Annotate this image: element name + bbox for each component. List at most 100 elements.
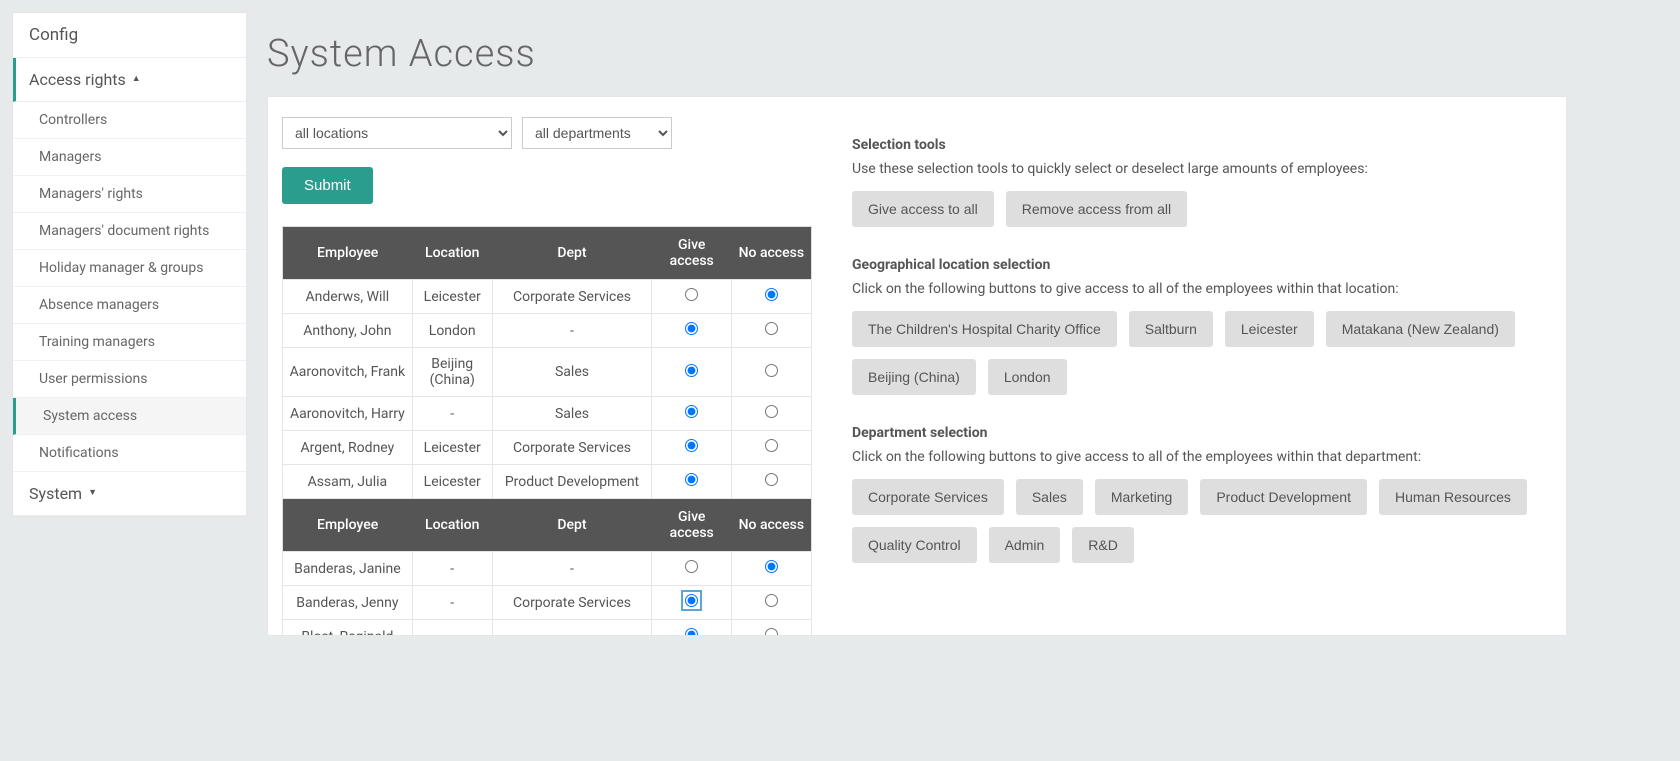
geo-location-button[interactable]: The Children's Hospital Charity Office [852, 311, 1117, 347]
table-row: Aaronovitch, FrankBeijing (China)Sales [283, 348, 812, 397]
geo-location-button[interactable]: London [988, 359, 1067, 395]
table-row: Banderas, Janine-- [283, 552, 812, 586]
sidebar-section-system[interactable]: System ▼ [13, 472, 246, 516]
department-button[interactable]: Admin [989, 527, 1061, 563]
cell-location: Leicester [412, 431, 492, 465]
cell-no-access [732, 397, 812, 431]
th-dept: Dept [492, 227, 652, 280]
no-access-radio[interactable] [765, 405, 778, 418]
no-access-radio[interactable] [765, 364, 778, 377]
cell-give-access [652, 280, 732, 314]
sidebar-section-label: System [29, 484, 82, 503]
no-access-radio[interactable] [765, 288, 778, 301]
cell-dept: Corporate Services [492, 586, 652, 620]
cell-employee: Anthony, John [283, 314, 413, 348]
table-row: Blost, Reginald-- [283, 620, 812, 637]
page-title: System Access [267, 32, 1567, 76]
no-access-radio[interactable] [765, 473, 778, 486]
cell-location: - [412, 586, 492, 620]
give-access-radio[interactable] [685, 322, 698, 335]
cell-no-access [732, 431, 812, 465]
sidebar-item-system-access[interactable]: System access [13, 398, 246, 435]
submit-button[interactable]: Submit [282, 167, 373, 204]
table-row: Assam, JuliaLeicesterProduct Development [283, 465, 812, 499]
location-filter-select[interactable]: all locations [282, 117, 512, 149]
th-employee: Employee [283, 227, 413, 280]
department-button[interactable]: Marketing [1095, 479, 1188, 515]
table-row: Anderws, WillLeicesterCorporate Services [283, 280, 812, 314]
no-access-radio[interactable] [765, 322, 778, 335]
give-access-radio[interactable] [685, 405, 698, 418]
remove-access-all-button[interactable]: Remove access from all [1006, 191, 1187, 227]
geo-location-button[interactable]: Matakana (New Zealand) [1326, 311, 1515, 347]
give-access-radio[interactable] [685, 628, 698, 636]
geo-selection-heading: Geographical location selection [852, 257, 1552, 273]
cell-dept: Sales [492, 397, 652, 431]
th-give-access: Give access [652, 227, 732, 280]
no-access-radio[interactable] [765, 439, 778, 452]
cell-employee: Aaronovitch, Frank [283, 348, 413, 397]
table-row: Anthony, JohnLondon- [283, 314, 812, 348]
selection-tools-desc: Use these selection tools to quickly sel… [852, 161, 1552, 177]
department-button[interactable]: Human Resources [1379, 479, 1527, 515]
cell-give-access [652, 465, 732, 499]
department-button[interactable]: Corporate Services [852, 479, 1004, 515]
no-access-radio[interactable] [765, 628, 778, 636]
cell-no-access [732, 620, 812, 637]
geo-location-button[interactable]: Beijing (China) [852, 359, 976, 395]
give-access-radio[interactable] [685, 560, 698, 573]
th-employee: Employee [283, 499, 413, 552]
give-access-all-button[interactable]: Give access to all [852, 191, 994, 227]
give-access-radio[interactable] [685, 439, 698, 452]
give-access-radio[interactable] [685, 364, 698, 377]
give-access-radio[interactable] [685, 473, 698, 486]
cell-give-access [652, 431, 732, 465]
department-button[interactable]: Product Development [1200, 479, 1367, 515]
sidebar: Config Access rights ▲ Controllers Manag… [12, 12, 247, 517]
cell-location: London [412, 314, 492, 348]
cell-give-access [652, 552, 732, 586]
no-access-radio[interactable] [765, 594, 778, 607]
geo-location-button[interactable]: Leicester [1225, 311, 1314, 347]
system-access-panel: all locations all departments Submit Emp… [267, 96, 1567, 636]
sidebar-item-managers-rights[interactable]: Managers' rights [13, 176, 246, 213]
cell-employee: Blost, Reginald [283, 620, 413, 637]
cell-employee: Banderas, Jenny [283, 586, 413, 620]
caret-down-icon: ▼ [88, 487, 97, 498]
give-access-radio[interactable] [685, 594, 698, 607]
sidebar-item-notifications[interactable]: Notifications [13, 435, 246, 472]
cell-employee: Anderws, Will [283, 280, 413, 314]
cell-no-access [732, 348, 812, 397]
sidebar-item-managers[interactable]: Managers [13, 139, 246, 176]
geo-location-button[interactable]: Saltburn [1129, 311, 1213, 347]
department-button[interactable]: Quality Control [852, 527, 977, 563]
sidebar-item-training-managers[interactable]: Training managers [13, 324, 246, 361]
th-location: Location [412, 499, 492, 552]
give-access-radio[interactable] [685, 288, 698, 301]
sidebar-item-managers-document-rights[interactable]: Managers' document rights [13, 213, 246, 250]
cell-location: Beijing (China) [412, 348, 492, 397]
cell-no-access [732, 280, 812, 314]
dept-selection-heading: Department selection [852, 425, 1552, 441]
department-filter-select[interactable]: all departments [522, 117, 672, 149]
sidebar-item-controllers[interactable]: Controllers [13, 102, 246, 139]
cell-dept: - [492, 552, 652, 586]
th-give-access: Give access [652, 499, 732, 552]
cell-give-access [652, 314, 732, 348]
cell-employee: Argent, Rodney [283, 431, 413, 465]
department-button[interactable]: Sales [1016, 479, 1083, 515]
no-access-radio[interactable] [765, 560, 778, 573]
sidebar-item-absence-managers[interactable]: Absence managers [13, 287, 246, 324]
table-row: Banderas, Jenny-Corporate Services [283, 586, 812, 620]
cell-location: Leicester [412, 465, 492, 499]
sidebar-section-access-rights[interactable]: Access rights ▲ [13, 58, 246, 102]
cell-employee: Banderas, Janine [283, 552, 413, 586]
cell-give-access [652, 586, 732, 620]
sidebar-item-holiday-manager-groups[interactable]: Holiday manager & groups [13, 250, 246, 287]
cell-dept: - [492, 620, 652, 637]
cell-location: Leicester [412, 280, 492, 314]
sidebar-item-user-permissions[interactable]: User permissions [13, 361, 246, 398]
cell-dept: - [492, 314, 652, 348]
department-button[interactable]: R&D [1072, 527, 1134, 563]
cell-give-access [652, 620, 732, 637]
